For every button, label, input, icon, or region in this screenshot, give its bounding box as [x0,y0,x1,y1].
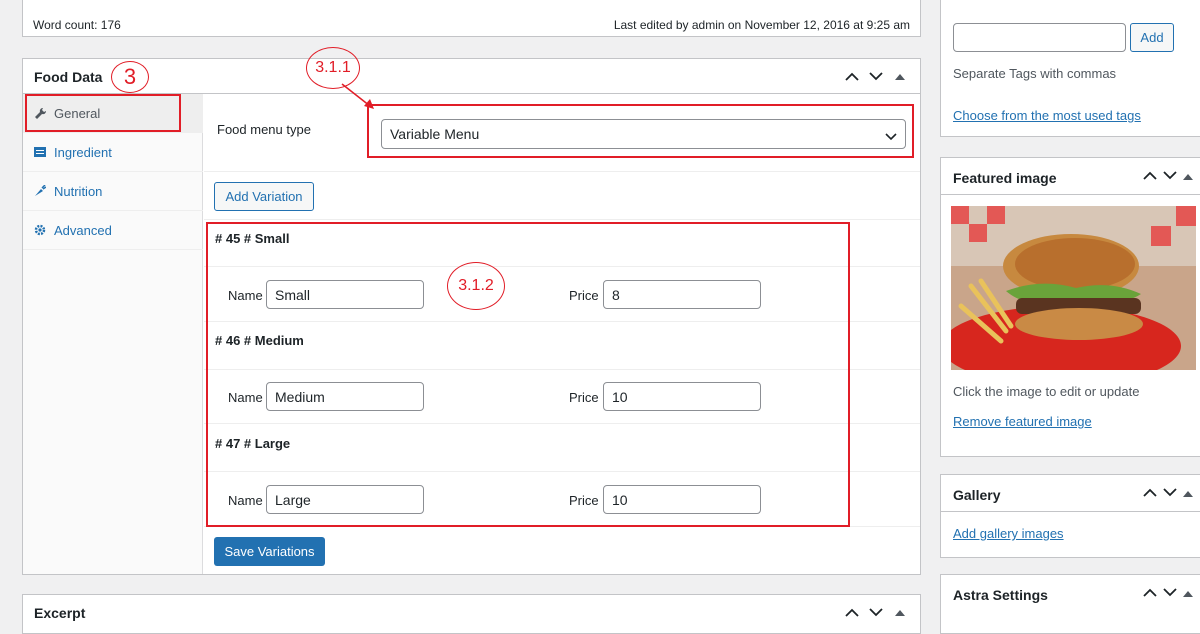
featured-controls [1143,168,1193,183]
list-icon [33,145,47,159]
annotation-arrow [341,83,374,109]
annotation-highlight-menu-type [367,104,914,158]
astra-settings-metabox: Astra Settings [940,574,1200,634]
excerpt-metabox: Excerpt [22,594,921,634]
tab-nutrition[interactable]: Nutrition [23,172,203,211]
add-gallery-images-link[interactable]: Add gallery images [953,526,1064,541]
remove-featured-image-link[interactable]: Remove featured image [953,414,1092,429]
tab-nutrition-label: Nutrition [54,183,103,199]
carrot-icon [33,184,47,198]
last-edited: Last edited by admin on November 12, 201… [613,18,910,32]
move-down-icon[interactable] [1163,585,1177,600]
gallery-title: Gallery [953,487,1001,503]
move-up-icon[interactable] [1143,168,1157,183]
divider [204,219,920,220]
food-data-title: Food Data [34,69,103,85]
collapse-toggle-icon[interactable] [890,66,910,86]
astra-controls [1143,585,1193,600]
header-divider [941,194,1200,195]
header-divider [941,511,1200,512]
move-down-icon[interactable] [866,66,886,86]
save-variations-button[interactable]: Save Variations [214,537,325,566]
move-down-icon[interactable] [1163,485,1177,500]
menu-type-label: Food menu type [217,122,311,137]
collapse-toggle-icon[interactable] [1183,585,1193,600]
most-used-tags-link[interactable]: Choose from the most used tags [953,108,1141,123]
gallery-controls [1143,485,1193,500]
tab-ingredient-label: Ingredient [54,144,112,160]
excerpt-title: Excerpt [34,605,86,621]
excerpt-controls [842,602,910,622]
add-variation-button[interactable]: Add Variation [214,182,314,211]
move-up-icon[interactable] [1143,585,1157,600]
tab-advanced-label: Advanced [54,222,112,238]
tags-hint: Separate Tags with commas [953,66,1117,81]
tags-metabox: Add Separate Tags with commas Choose fro… [940,0,1200,137]
move-down-icon[interactable] [866,602,886,622]
gear-icon [33,223,47,237]
tab-advanced[interactable]: Advanced [23,211,203,250]
tab-ingredient[interactable]: Ingredient [23,133,203,172]
featured-image-metabox: Featured image Click the image to edit o… [940,157,1200,457]
tag-input[interactable] [953,23,1126,52]
featured-image-hint: Click the image to edit or update [953,384,1140,399]
annotation-highlight-variations [206,222,850,527]
annotation-step-3: 3 [111,61,149,93]
move-up-icon[interactable] [842,602,862,622]
gallery-metabox: Gallery Add gallery images [940,474,1200,558]
divider [204,171,920,172]
collapse-toggle-icon[interactable] [1183,485,1193,500]
collapse-toggle-icon[interactable] [1183,168,1193,183]
annotation-step-3-1-2: 3.1.2 [447,262,505,310]
add-tag-button[interactable]: Add [1130,23,1174,52]
featured-image-thumbnail[interactable] [951,206,1196,370]
move-up-icon[interactable] [842,66,862,86]
move-up-icon[interactable] [1143,485,1157,500]
move-down-icon[interactable] [1163,168,1177,183]
astra-settings-title: Astra Settings [953,587,1048,603]
word-count: Word count: 176 [33,18,121,32]
annotation-highlight-general [25,94,181,132]
editor-status-bar: Word count: 176 Last edited by admin on … [22,0,921,37]
collapse-toggle-icon[interactable] [890,602,910,622]
food-data-tabs: General Ingredient Nutrition Advanced [23,94,203,574]
food-data-controls [842,66,910,86]
featured-image-title: Featured image [953,170,1057,186]
